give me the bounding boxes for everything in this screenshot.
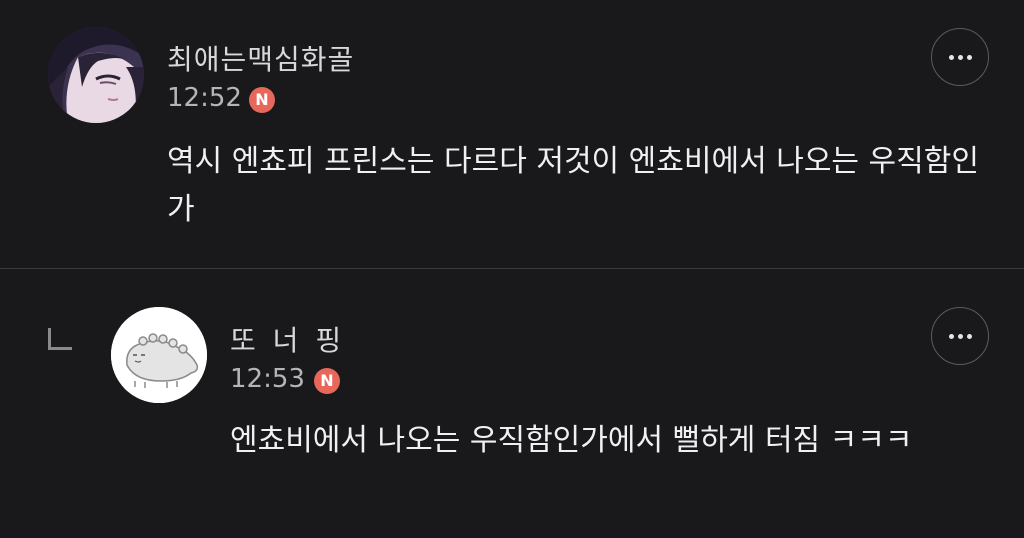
new-badge: N bbox=[249, 87, 275, 113]
cartoon-creature-icon bbox=[111, 307, 207, 403]
new-badge: N bbox=[314, 368, 340, 394]
anime-portrait-icon bbox=[48, 27, 144, 123]
reply-comment-item: 또 너 핑 12:53 N 엔쵸비에서 나오는 우직함인가에서 뻘하게 터짐 ㅋ… bbox=[0, 269, 1024, 538]
comment-body: 역시 엔쵸피 프린스는 다르다 저것이 엔쵸비에서 나오는 우직함인가 bbox=[167, 144, 979, 227]
more-dots-icon-dot bbox=[957, 333, 963, 339]
comment-body: 엔쵸비에서 나오는 우직함인가에서 뻘하게 터짐 ㅋㅋㅋ bbox=[230, 423, 913, 458]
more-options-button[interactable] bbox=[931, 307, 989, 365]
more-dots-icon bbox=[948, 333, 954, 339]
comment-time: 12:53 bbox=[230, 364, 305, 394]
reply-arrow-icon bbox=[48, 328, 72, 350]
more-dots-icon-dot bbox=[966, 54, 972, 60]
more-options-button[interactable] bbox=[931, 28, 989, 86]
comment-time: 12:52 bbox=[167, 83, 242, 113]
more-dots-icon bbox=[948, 54, 954, 60]
user-avatar[interactable] bbox=[111, 307, 207, 403]
comment-item: 최애는맥심화골 12:52 N 역시 엔쵸피 프린스는 다르다 저것이 엔쵸비에… bbox=[0, 0, 1024, 268]
comment-author[interactable]: 최애는맥심화골 bbox=[167, 38, 354, 78]
more-dots-icon-dot bbox=[966, 333, 972, 339]
user-avatar[interactable] bbox=[48, 27, 144, 123]
comment-author[interactable]: 또 너 핑 bbox=[230, 319, 345, 359]
more-dots-icon-dot bbox=[957, 54, 963, 60]
